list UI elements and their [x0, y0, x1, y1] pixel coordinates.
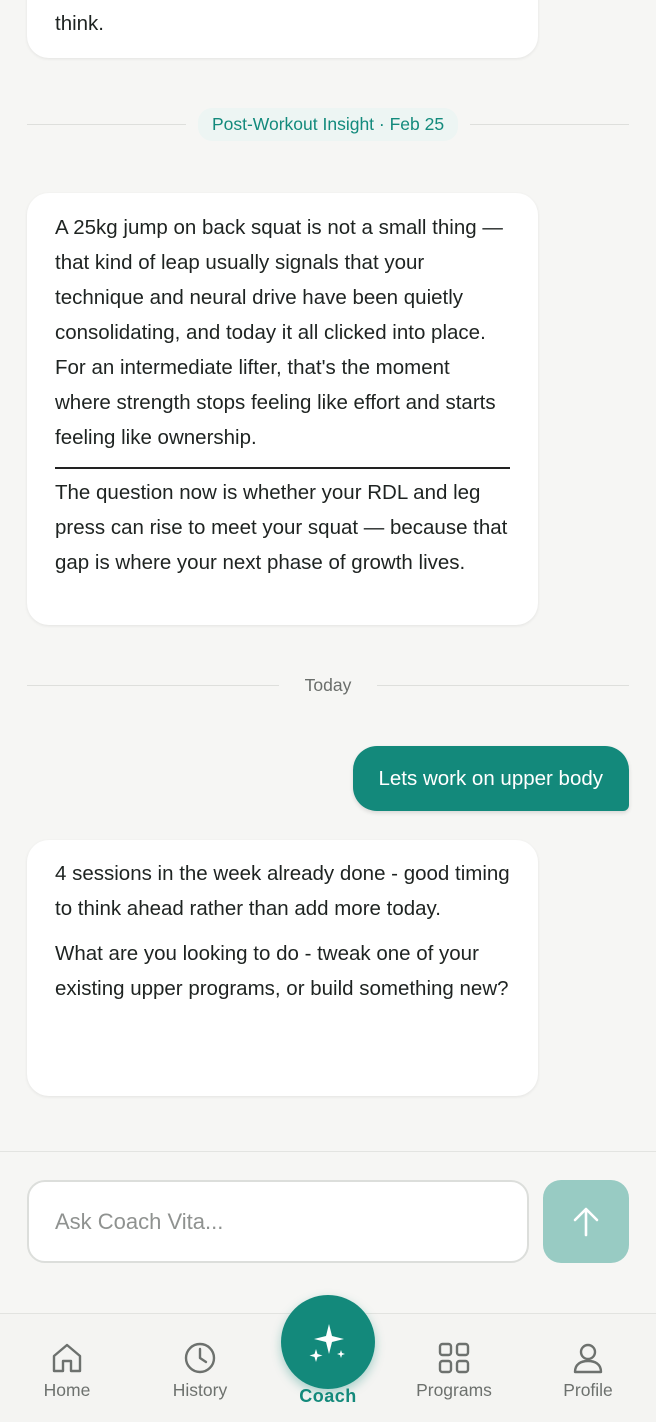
divider-line — [470, 123, 630, 125]
composer — [0, 1151, 656, 1313]
clock-icon — [184, 1342, 216, 1374]
divider-line — [27, 684, 279, 686]
sparkles-icon — [309, 1324, 345, 1362]
user-message-bubble: Lets work on upper body — [352, 746, 629, 811]
divider-line — [27, 123, 186, 125]
tab-programs[interactable]: Programs — [399, 1314, 509, 1422]
today-divider-label: Today — [304, 674, 352, 695]
tab-home[interactable]: Home — [12, 1314, 122, 1422]
insight-separator — [55, 467, 510, 469]
today-divider: Today — [27, 665, 630, 705]
insight-divider: Post-Workout Insight · Feb 25 — [27, 104, 630, 144]
message-text: think. — [55, 12, 104, 35]
tab-label: History — [172, 1380, 228, 1400]
arrow-up-icon — [573, 1207, 599, 1236]
tab-profile[interactable]: Profile — [533, 1314, 643, 1422]
home-icon — [52, 1343, 82, 1373]
tab-label: Profile — [563, 1380, 613, 1400]
divider-line — [377, 684, 630, 686]
insight-paragraph: A 25kg jump on back squat is not a small… — [55, 216, 503, 449]
insight-message-bubble: A 25kg jump on back squat is not a small… — [27, 193, 538, 625]
send-button[interactable] — [543, 1180, 629, 1263]
insight-divider-label: Post-Workout Insight · Feb 25 — [197, 107, 459, 141]
user-icon — [573, 1343, 603, 1374]
tab-label: Home — [43, 1380, 91, 1400]
tab-label: Programs — [416, 1380, 492, 1400]
ai-message-bubble-partial: think. — [27, 0, 538, 58]
user-message-text: Lets work on upper body — [378, 766, 604, 790]
insight-paragraph: The question now is whether your RDL and… — [55, 481, 508, 574]
ai-reply-bubble: 4 sessions in the week already done - go… — [27, 840, 538, 1096]
tab-history[interactable]: History — [145, 1314, 255, 1422]
ask-coach-input[interactable] — [27, 1180, 529, 1263]
tab-coach[interactable] — [281, 1295, 375, 1389]
reply-paragraph: 4 sessions in the week already done - go… — [55, 862, 510, 920]
tab-coach-label[interactable]: Coach — [268, 1386, 388, 1407]
grid-icon — [438, 1342, 470, 1374]
reply-paragraph: What are you looking to do - tweak one o… — [55, 942, 509, 1000]
